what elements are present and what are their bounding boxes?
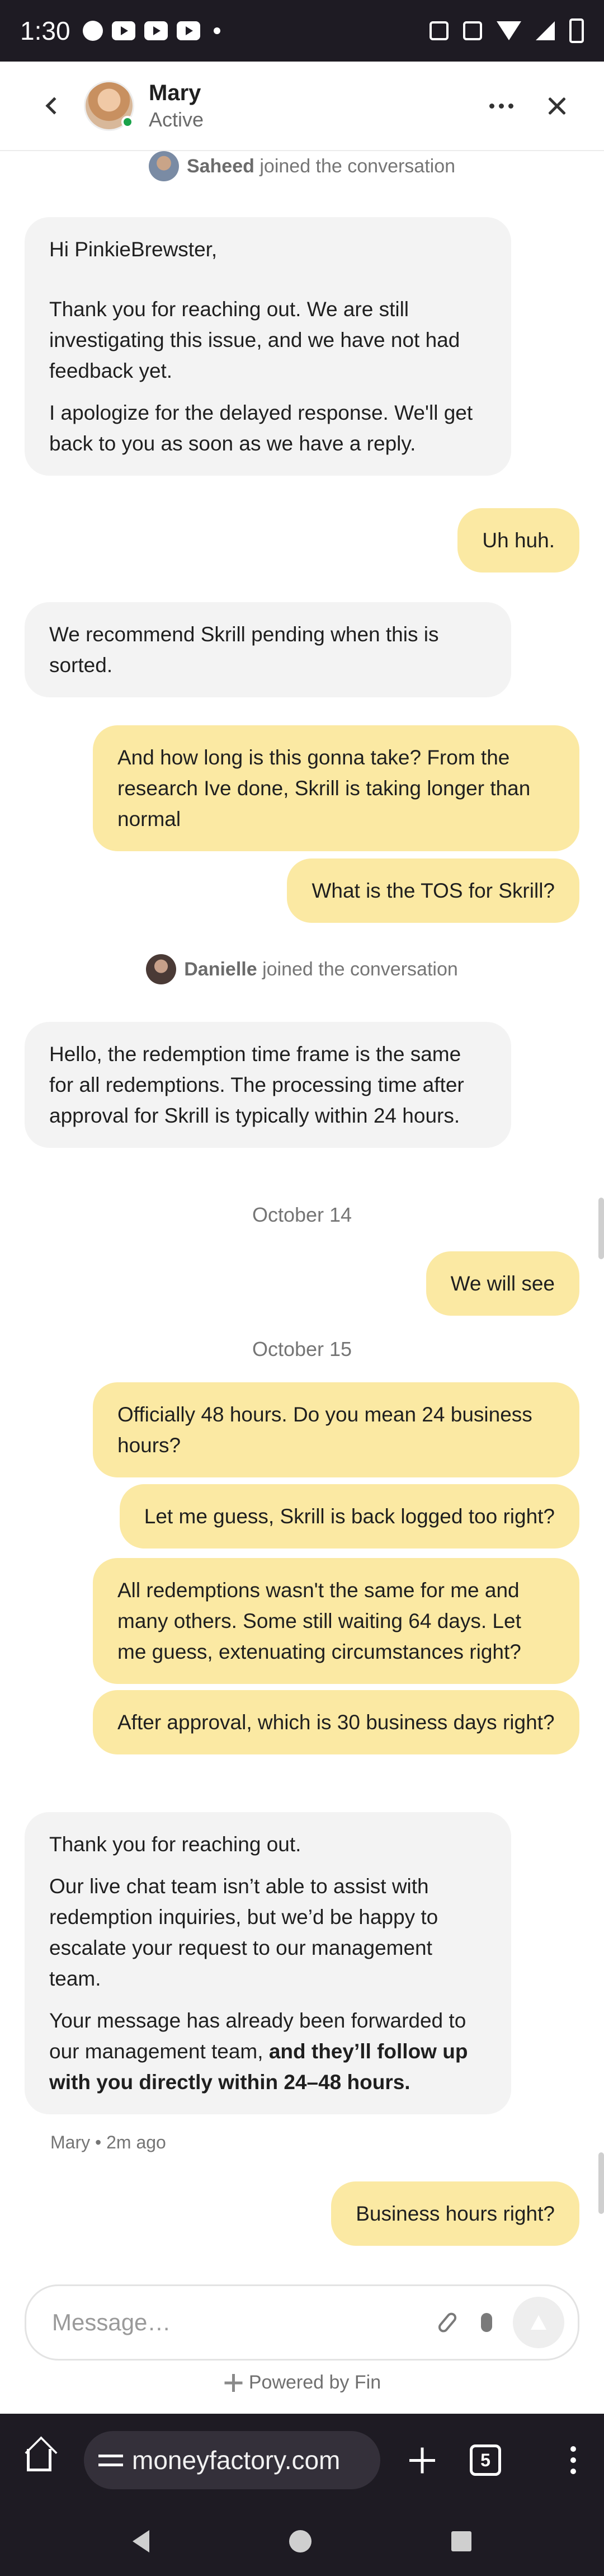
agent-message: Thank you for reaching out. Our live cha…	[25, 1812, 511, 2114]
site-settings-icon[interactable]	[98, 2449, 124, 2471]
nfc-icon	[430, 21, 449, 40]
url-text: moneyfactory.com	[132, 2446, 341, 2475]
more-options-button[interactable]	[479, 83, 523, 128]
agent-message: Hi PinkieBrewster, Thank you for reachin…	[25, 217, 511, 476]
agent-status: Active	[149, 107, 204, 131]
powered-by[interactable]: Powered by Fin	[0, 2372, 604, 2394]
youtube-icon	[144, 21, 168, 40]
chat-bubble-icon	[82, 21, 103, 41]
send-button[interactable]	[513, 2297, 564, 2348]
participant-avatar	[148, 151, 179, 181]
microphone-button[interactable]	[467, 2303, 506, 2342]
date-separator: October 14	[252, 1203, 352, 1226]
more-notifications-dot-icon	[213, 27, 220, 34]
agent-avatar	[84, 81, 134, 131]
system-join-message: Danielle joined the conversation	[0, 952, 604, 986]
user-message: What is the TOS for Skrill?	[287, 858, 579, 923]
agent-message: Hello, the redemption time frame is the …	[25, 1022, 511, 1148]
message-input[interactable]	[52, 2309, 428, 2336]
vibrate-icon	[463, 21, 482, 40]
browser-toolbar: moneyfactory.com 5	[0, 2414, 604, 2507]
user-message: Let me guess, Skrill is back logged too …	[119, 1484, 579, 1549]
paperclip-icon	[436, 2310, 459, 2335]
user-message: Business hours right?	[331, 2181, 579, 2246]
scrollbar-thumb-secondary[interactable]	[598, 2152, 604, 2214]
agent-name: Mary	[149, 80, 201, 105]
signal-icon	[536, 21, 555, 40]
user-message: Officially 48 hours. Do you mean 24 busi…	[93, 1382, 579, 1477]
status-bar: 1:30	[0, 0, 604, 62]
message-meta: Mary • 2m ago	[50, 2132, 166, 2152]
online-indicator	[121, 116, 134, 128]
notification-icons	[82, 21, 220, 41]
message-composer	[25, 2284, 579, 2361]
browser-home-button[interactable]	[17, 2438, 62, 2483]
menu-dots-icon	[570, 2446, 576, 2452]
android-navigation-bar	[0, 2507, 604, 2576]
browser-menu-button[interactable]	[565, 2446, 582, 2474]
new-tab-button[interactable]	[403, 2441, 442, 2480]
more-dots-icon	[489, 103, 494, 109]
youtube-icon	[176, 21, 200, 40]
fin-logo-icon	[223, 2373, 243, 2393]
chat-header: Mary Active	[0, 62, 604, 151]
battery-icon	[569, 18, 584, 43]
date-separator: October 15	[252, 1338, 352, 1360]
system-join-message: Saheed joined the conversation	[0, 151, 604, 181]
scrollbar-thumb[interactable]	[598, 1198, 604, 1259]
nav-recents-icon[interactable]	[451, 2531, 471, 2551]
status-time: 1:30	[20, 16, 70, 45]
user-message: After approval, which is 30 business day…	[93, 1690, 579, 1754]
user-message: All redemptions wasn't the same for me a…	[93, 1558, 579, 1684]
user-message: And how long is this gonna take? From th…	[93, 725, 579, 851]
user-message: We will see	[426, 1251, 579, 1316]
user-message: Uh huh.	[457, 508, 579, 573]
microphone-icon	[481, 2313, 492, 2332]
close-button[interactable]	[535, 83, 579, 128]
wifi-icon	[497, 21, 521, 40]
youtube-icon	[111, 21, 135, 40]
home-icon	[27, 2449, 51, 2471]
system-icons	[430, 18, 584, 43]
tab-switcher-button[interactable]: 5	[470, 2444, 501, 2476]
agent-info: Mary Active	[149, 81, 204, 132]
address-bar[interactable]: moneyfactory.com	[84, 2431, 380, 2489]
chevron-left-icon	[45, 97, 63, 115]
attach-button[interactable]	[428, 2303, 467, 2342]
nav-back-icon[interactable]	[133, 2530, 149, 2552]
nav-home-icon[interactable]	[289, 2530, 312, 2552]
participant-avatar	[146, 954, 177, 984]
back-button[interactable]	[31, 86, 72, 126]
arrow-up-icon	[531, 2315, 546, 2330]
agent-message: We recommend Skrill pending when this is…	[25, 602, 511, 697]
